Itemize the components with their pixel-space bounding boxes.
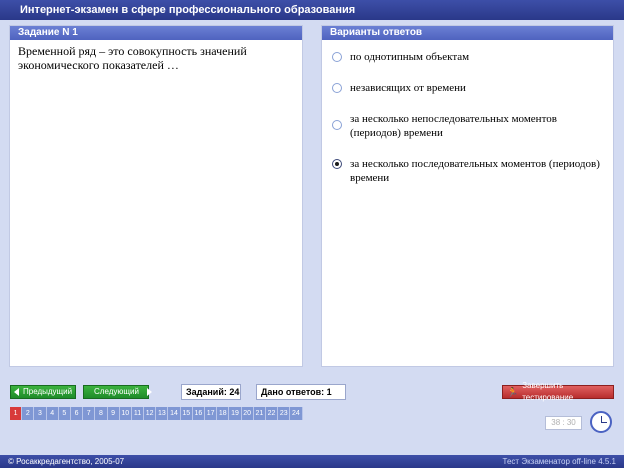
answer-text: по однотипным объектам — [350, 51, 470, 63]
question-number-21[interactable]: 21 — [253, 407, 266, 420]
answer-text: независящих от времени — [350, 82, 466, 94]
question-number-4[interactable]: 4 — [46, 407, 59, 420]
triangle-right-icon — [146, 388, 152, 396]
question-number-18[interactable]: 18 — [217, 407, 230, 420]
footer: © Росаккредагентство, 2005-07 Тест Экзам… — [0, 455, 624, 468]
answers-panel: Варианты ответов по однотипным объектам … — [321, 25, 614, 367]
radio-button[interactable] — [332, 52, 342, 62]
question-number-bar: 1 2 3 4 5 6 7 8 9 10 11 12 13 14 15 16 17 18 19 20 21 22 23 24 — [10, 407, 303, 420]
answer-list: по однотипным объектам независящих от вр… — [322, 40, 613, 185]
question-number-13[interactable]: 13 — [156, 407, 169, 420]
question-number-11[interactable]: 11 — [131, 407, 145, 420]
question-number-5[interactable]: 5 — [58, 407, 71, 420]
window-title: Интернет-экзамен в сфере профессионально… — [0, 0, 624, 20]
question-number-9[interactable]: 9 — [107, 407, 120, 420]
previous-button-label: Предыдущий — [23, 387, 73, 396]
question-number-2[interactable]: 2 — [22, 407, 35, 420]
answer-option-1[interactable]: по однотипным объектам — [322, 50, 613, 64]
answer-option-2[interactable]: независящих от времени — [322, 81, 613, 95]
question-number-12[interactable]: 12 — [144, 407, 157, 420]
triangle-left-icon — [14, 388, 19, 396]
question-number-19[interactable]: 19 — [229, 407, 242, 420]
task-header: Задание N 1 — [10, 26, 302, 40]
question-number-6[interactable]: 6 — [70, 407, 84, 420]
answer-option-4[interactable]: за несколько последовательных моментов (… — [322, 157, 613, 185]
question-number-1[interactable]: 1 — [10, 407, 23, 420]
radio-button-selected[interactable] — [332, 159, 342, 169]
timer-display: 38 : 30 — [545, 416, 582, 430]
answer-option-3[interactable]: за несколько непоследовательных моментов… — [322, 112, 613, 140]
question-number-10[interactable]: 10 — [119, 407, 132, 420]
clock-hour-hand — [601, 422, 607, 423]
question-text: Временной ряд – это совокупность значени… — [18, 44, 247, 72]
question-number-16[interactable]: 16 — [192, 407, 205, 420]
previous-button[interactable]: Предыдущий — [10, 385, 76, 399]
radio-button[interactable] — [332, 83, 342, 93]
running-man-icon: 🏃 — [507, 387, 519, 397]
task-panel: Задание N 1 Временной ряд – это совокупн… — [9, 25, 303, 367]
tasks-count: Заданий: 24 — [181, 384, 241, 400]
answer-text: за несколько непоследовательных моментов… — [350, 113, 557, 139]
question-number-15[interactable]: 15 — [180, 407, 193, 420]
finish-test-label: Завершить тестирование — [522, 381, 574, 402]
question-number-23[interactable]: 23 — [278, 407, 291, 420]
question-number-14[interactable]: 14 — [168, 407, 181, 420]
question-number-24[interactable]: 24 — [290, 407, 303, 420]
version-text: Тест Экзаменатор off-line 4.5.1 — [502, 457, 616, 466]
answers-header: Варианты ответов — [322, 26, 613, 40]
question-number-8[interactable]: 8 — [95, 407, 108, 420]
copyright-text: © Росаккредагентство, 2005-07 — [8, 457, 125, 466]
answered-count: Дано ответов: 1 — [256, 384, 346, 400]
next-button[interactable]: Следующий — [83, 385, 152, 399]
question-number-17[interactable]: 17 — [205, 407, 218, 420]
finish-test-button[interactable]: 🏃 Завершить тестирование — [502, 381, 614, 402]
question-number-20[interactable]: 20 — [241, 407, 254, 420]
radio-button[interactable] — [332, 120, 342, 130]
next-button-label: Следующий — [94, 387, 139, 396]
question-number-7[interactable]: 7 — [83, 407, 96, 420]
clock-icon — [590, 411, 612, 433]
answer-text: за несколько последовательных моментов (… — [350, 158, 600, 184]
question-number-3[interactable]: 3 — [34, 407, 47, 420]
question-number-22[interactable]: 22 — [265, 407, 279, 420]
